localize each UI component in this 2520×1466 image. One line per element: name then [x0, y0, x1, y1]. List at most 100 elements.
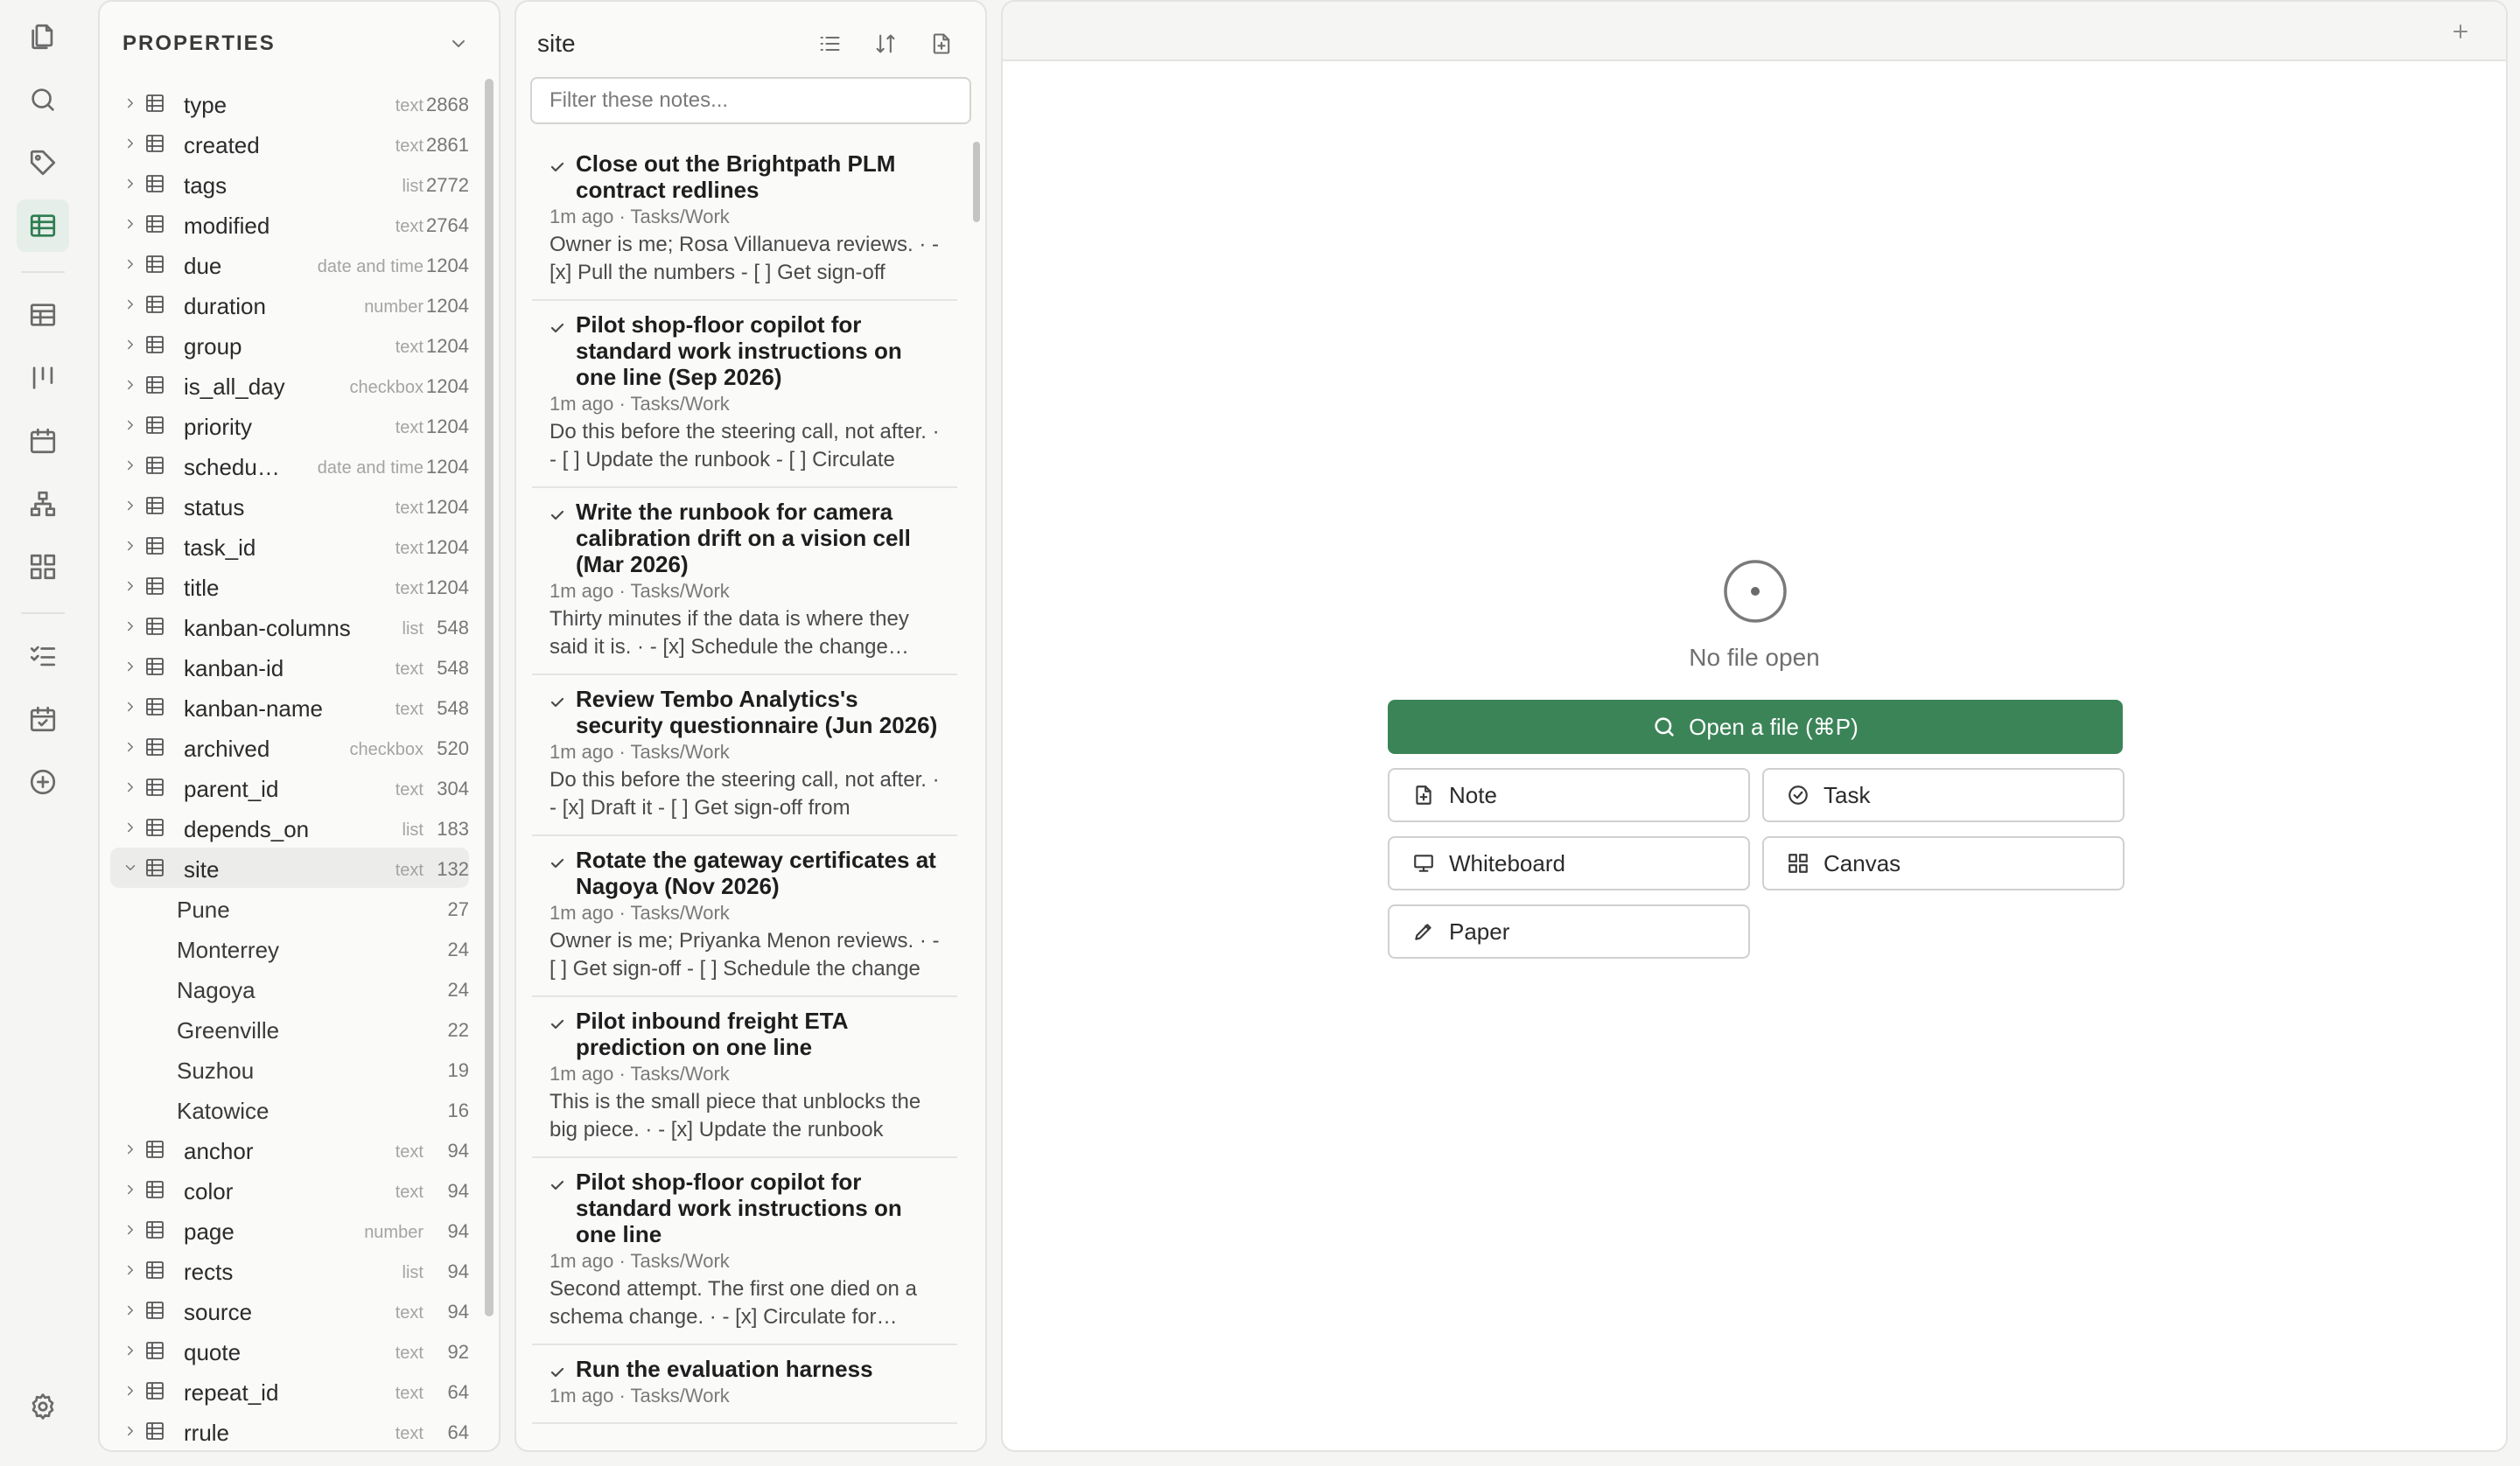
chevron-right-icon[interactable]: [121, 496, 140, 515]
note-card[interactable]: Pilot inbound freight ETA prediction on …: [532, 997, 957, 1158]
chevron-right-icon[interactable]: [121, 94, 140, 113]
note-card[interactable]: Rotate the gateway certificates at Nagoy…: [532, 836, 957, 997]
property-row-duration[interactable]: duration number 1204: [110, 284, 469, 325]
open-file-button[interactable]: Open a file (⌘P): [1388, 700, 2123, 754]
chevron-right-icon[interactable]: [121, 536, 140, 555]
property-row-rrule[interactable]: rrule text 64: [110, 1411, 469, 1450]
property-value-row[interactable]: Greenville 22: [110, 1009, 469, 1049]
note-meta: 1m ago · Tasks/Work: [550, 902, 730, 924]
list-view-icon[interactable]: [812, 26, 847, 61]
tasks-icon[interactable]: [17, 630, 69, 682]
files-icon[interactable]: [17, 10, 69, 63]
new-whiteboard-button[interactable]: Whiteboard: [1388, 836, 1750, 890]
chevron-right-icon[interactable]: [121, 1220, 140, 1239]
property-row-color[interactable]: color text 94: [110, 1169, 469, 1210]
database-icon[interactable]: [17, 289, 69, 341]
note-card[interactable]: Pilot shop-floor copilot for standard wo…: [532, 301, 957, 488]
chevron-right-icon[interactable]: [121, 214, 140, 234]
property-row-priority[interactable]: priority text 1204: [110, 405, 469, 445]
chevron-down-icon[interactable]: [121, 858, 140, 877]
chevron-right-icon[interactable]: [121, 617, 140, 636]
chevron-right-icon[interactable]: [121, 1301, 140, 1320]
chevron-right-icon[interactable]: [121, 737, 140, 757]
new-canvas-button[interactable]: Canvas: [1762, 836, 2124, 890]
property-row-title[interactable]: title text 1204: [110, 566, 469, 606]
property-row-source[interactable]: source text 94: [110, 1290, 469, 1330]
gear-icon[interactable]: [17, 1380, 69, 1433]
chevron-right-icon[interactable]: [121, 335, 140, 354]
plus-icon[interactable]: [2446, 17, 2474, 45]
note-card[interactable]: Write the runbook for camera calibration…: [532, 488, 957, 675]
property-row-anchor[interactable]: anchor text 94: [110, 1129, 469, 1169]
sort-icon[interactable]: [868, 26, 903, 61]
chevron-right-icon[interactable]: [121, 134, 140, 153]
new-note-icon[interactable]: [924, 26, 959, 61]
property-row-kanban-columns[interactable]: kanban-columns list 548: [110, 606, 469, 646]
chevron-right-icon[interactable]: [121, 657, 140, 676]
new-task-button[interactable]: Task: [1762, 768, 2124, 822]
new-note-button[interactable]: Note: [1388, 768, 1750, 822]
property-row-kanban-name[interactable]: kanban-name text 548: [110, 687, 469, 727]
notes-filter-input[interactable]: [530, 77, 971, 124]
tag-icon[interactable]: [17, 136, 69, 189]
add-icon[interactable]: [17, 756, 69, 808]
property-row-task-id[interactable]: task_id text 1204: [110, 526, 469, 566]
property-row-site[interactable]: site text 132: [110, 848, 469, 888]
property-row-created[interactable]: created text 2861: [110, 123, 469, 164]
chevron-down-icon[interactable]: [441, 26, 476, 61]
chevron-right-icon[interactable]: [121, 1260, 140, 1280]
chevron-right-icon[interactable]: [121, 697, 140, 716]
property-value-row[interactable]: Monterrey 24: [110, 928, 469, 968]
note-title: Close out the Brightpath PLM contract re…: [576, 150, 896, 203]
property-value-row[interactable]: Suzhou 19: [110, 1049, 469, 1089]
property-value-row[interactable]: Nagoya 24: [110, 968, 469, 1009]
chevron-right-icon[interactable]: [121, 456, 140, 475]
property-row-kanban-id[interactable]: kanban-id text 548: [110, 646, 469, 687]
property-row-depends-on[interactable]: depends_on list 183: [110, 807, 469, 848]
property-row-type[interactable]: type text 2868: [110, 83, 469, 123]
note-card[interactable]: Review Tembo Analytics's security questi…: [532, 675, 957, 836]
chevron-right-icon[interactable]: [121, 1140, 140, 1159]
chevron-right-icon[interactable]: [121, 576, 140, 596]
calendar-icon[interactable]: [17, 415, 69, 467]
chevron-right-icon[interactable]: [121, 255, 140, 274]
chevron-right-icon[interactable]: [121, 1381, 140, 1400]
property-row-quote[interactable]: quote text 92: [110, 1330, 469, 1371]
property-row-modified[interactable]: modified text 2764: [110, 204, 469, 244]
property-row-schedu-[interactable]: schedu… date and time 1204: [110, 445, 469, 485]
property-row-due[interactable]: due date and time 1204: [110, 244, 469, 284]
chevron-right-icon[interactable]: [121, 375, 140, 394]
chevron-right-icon[interactable]: [121, 174, 140, 193]
kanban-icon[interactable]: [17, 352, 69, 404]
chevron-right-icon[interactable]: [121, 295, 140, 314]
notes-scrollbar[interactable]: [973, 142, 980, 222]
dashboard-icon[interactable]: [17, 541, 69, 593]
property-row-status[interactable]: status text 1204: [110, 485, 469, 526]
chevron-right-icon[interactable]: [121, 1421, 140, 1441]
property-value-row[interactable]: Katowice 16: [110, 1089, 469, 1129]
property-row-repeat-id[interactable]: repeat_id text 64: [110, 1371, 469, 1411]
calendar-check-icon[interactable]: [17, 693, 69, 745]
note-card[interactable]: Run the evaluation harness 1m ago · Tasks…: [532, 1345, 957, 1424]
properties-scrollbar[interactable]: [485, 79, 494, 1316]
chevron-right-icon[interactable]: [121, 818, 140, 837]
property-row-is-all-day[interactable]: is_all_day checkbox 1204: [110, 365, 469, 405]
graph-icon[interactable]: [17, 478, 69, 530]
property-value-row[interactable]: Pune 27: [110, 888, 469, 928]
chevron-right-icon[interactable]: [121, 778, 140, 797]
property-row-group[interactable]: group text 1204: [110, 325, 469, 365]
search-icon[interactable]: [17, 73, 69, 126]
property-row-tags[interactable]: tags list 2772: [110, 164, 469, 204]
note-card[interactable]: Pilot shop-floor copilot for standard wo…: [532, 1158, 957, 1345]
chevron-right-icon[interactable]: [121, 1180, 140, 1199]
property-row-archived[interactable]: archived checkbox 520: [110, 727, 469, 767]
file-icon: [1416, 785, 1432, 805]
table-icon[interactable]: [17, 199, 69, 252]
property-row-parent-id[interactable]: parent_id text 304: [110, 767, 469, 807]
chevron-right-icon[interactable]: [121, 1341, 140, 1360]
new-paper-button[interactable]: Paper: [1388, 904, 1750, 959]
property-row-page[interactable]: page number 94: [110, 1210, 469, 1250]
property-row-rects[interactable]: rects list 94: [110, 1250, 469, 1290]
chevron-right-icon[interactable]: [121, 415, 140, 435]
note-card[interactable]: Close out the Brightpath PLM contract re…: [532, 140, 957, 301]
